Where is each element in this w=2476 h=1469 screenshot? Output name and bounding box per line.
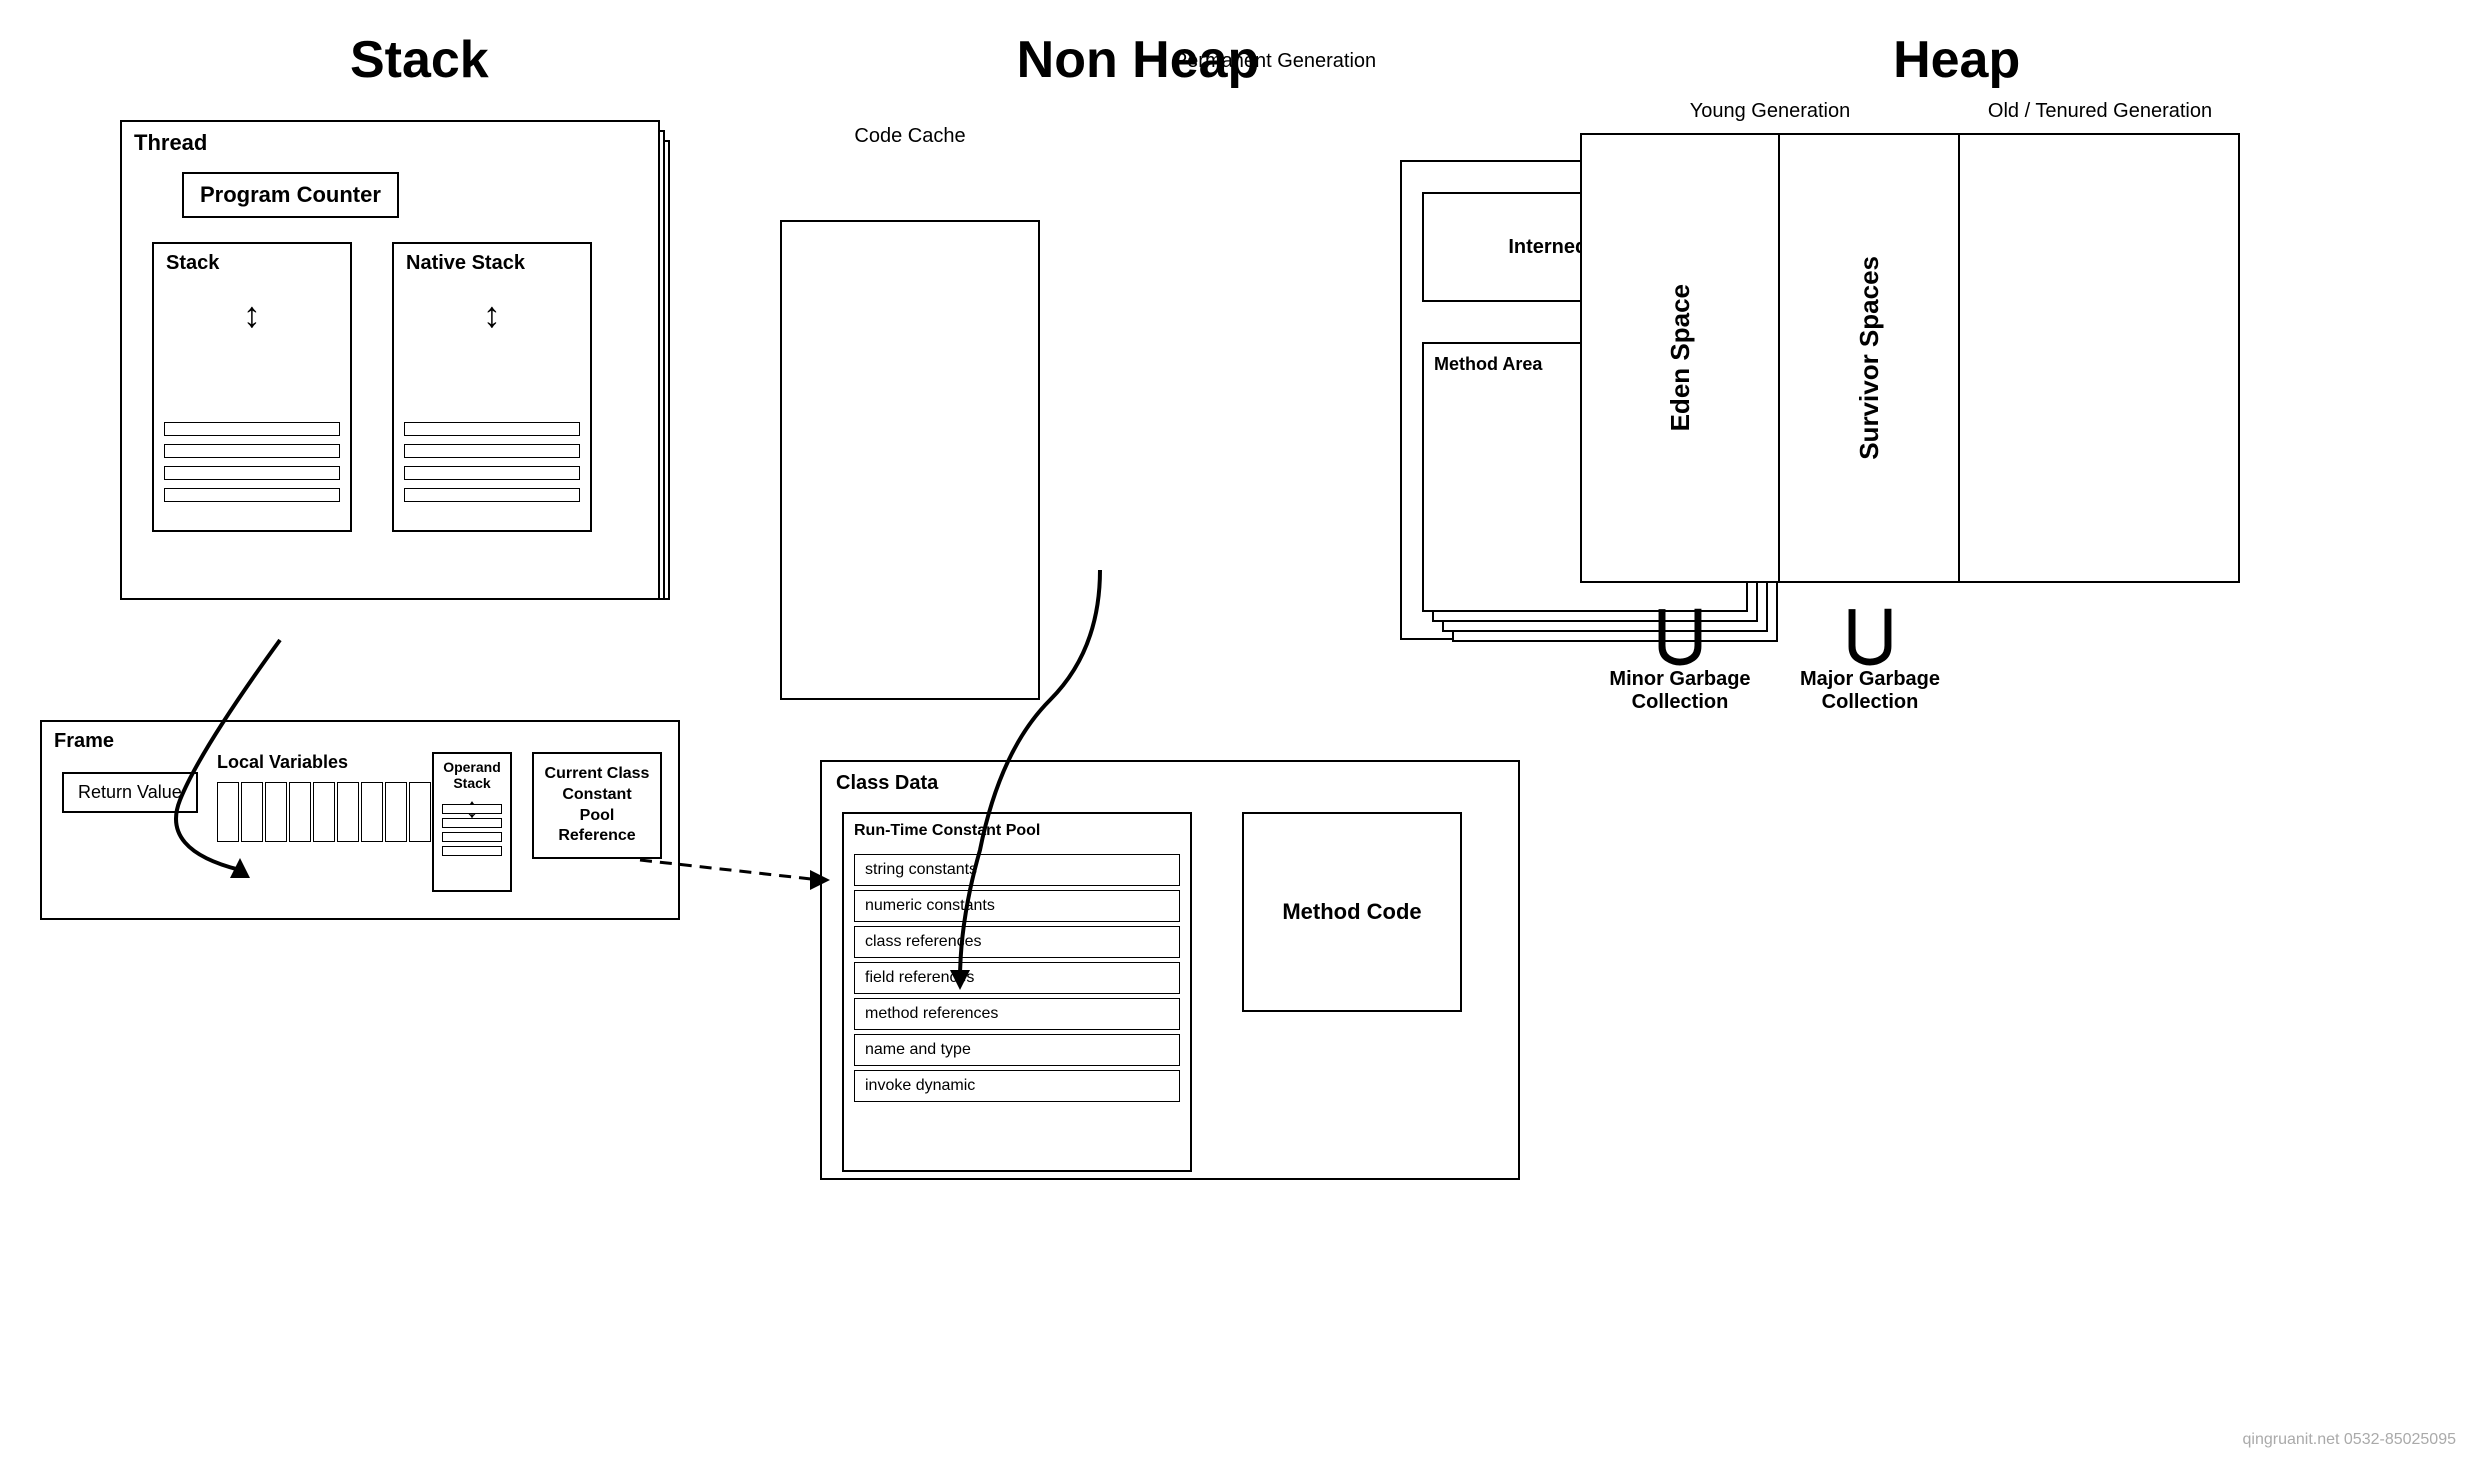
old-gen-label: Old / Tenured Generation [1988,100,2212,122]
native-stack-arrow: ↕ [394,294,590,336]
local-vars-label: Local Variables [217,752,348,773]
pool-item: method references [854,998,1180,1030]
current-class-box: Current Class Constant Pool Reference [532,752,662,859]
heap-boxes-row: Eden Space Survivor Spaces [1580,133,2240,583]
native-stack-box: Native Stack ↕ [392,242,592,532]
major-gc-label: Major Garbage Collection [1780,668,1960,714]
section-title-stack: Stack [69,30,769,90]
watermark-text: qingruanit.net 0532-85025095 [2242,1431,2456,1448]
operand-stack-label: Operand Stack [434,759,510,791]
program-counter-label: Program Counter [200,182,381,207]
watermark: qingruanit.net 0532-85025095 [2242,1431,2456,1449]
young-gen-label: Young Generation [1690,100,1851,122]
stack-box: Stack ↕ [152,242,352,532]
runtime-pool-label: Run-Time Constant Pool [854,822,1040,840]
stack-lines [164,422,340,510]
current-class-label: Current Class Constant Pool Reference [545,765,650,844]
method-area-label: Method Area [1434,354,1542,375]
perm-gen-label: Permanent Generation [1090,50,1460,73]
old-gen-label-area: Old / Tenured Generation [1960,100,2240,123]
stack-title: Stack [350,31,489,89]
minor-gc-area: ⋃ Minor Garbage Collection [1580,603,1780,714]
pool-item: numeric constants [854,890,1180,922]
young-gen-label-area: Young Generation [1580,100,1960,123]
code-cache-area: Code Cache [780,160,1040,640]
pool-items-list: string constants numeric constants class r… [854,854,1180,1106]
native-stack-label: Native Stack [406,252,525,275]
class-data-label: Class Data [836,772,938,795]
native-stack-lines [404,422,580,510]
return-value-box: Return Value [62,772,198,813]
stack-arrow: ↕ [154,294,350,336]
section-title-heap: Heap [1507,30,2407,90]
pool-item: string constants [854,854,1180,886]
operand-stack-inner [442,804,502,856]
major-gc-arrow: ⋃ [1845,603,1894,663]
operand-stack-box: Operand Stack ↕ [432,752,512,892]
old-tenured-box [1960,133,2240,583]
frame-section: Frame Return Value Local Variables Opera… [40,720,680,920]
frame-label: Frame [54,730,114,753]
survivor-spaces-box: Survivor Spaces [1780,133,1960,583]
thread-label: Thread [134,130,207,156]
code-cache-label: Code Cache [780,125,1040,148]
pool-item: invoke dynamic [854,1070,1180,1102]
minor-gc-arrow: ⋃ [1655,603,1704,663]
method-code-box: Method Code [1242,812,1462,1012]
minor-gc-label: Minor Garbage Collection [1580,668,1780,714]
pool-item: class references [854,926,1180,958]
eden-space-text: Eden Space [1665,284,1696,431]
runtime-pool-box: Run-Time Constant Pool string constants n… [842,812,1192,1172]
pool-item: field references [854,962,1180,994]
survivor-spaces-text: Survivor Spaces [1854,256,1885,460]
gc-labels-row: ⋃ Minor Garbage Collection ⋃ Major Garba… [1580,603,2240,714]
eden-space-box: Eden Space [1580,133,1780,583]
perm-gen-area: Permanent Generation Interned Strings Me… [1090,100,1510,660]
class-data-section: Class Data Run-Time Constant Pool string… [820,760,1520,1180]
method-code-label: Method Code [1282,897,1421,928]
major-gc-area: ⋃ Major Garbage Collection [1780,603,1960,714]
return-value-label: Return Value [78,782,182,802]
pool-item: name and type [854,1034,1180,1066]
heap-title: Heap [1893,31,2020,89]
heap-labels-row: Young Generation Old / Tenured Generatio… [1580,100,2240,123]
code-cache-box [780,220,1040,700]
stack-inner-label: Stack [166,252,219,275]
program-counter-box: Program Counter [182,172,399,218]
heap-section: Young Generation Old / Tenured Generatio… [1580,100,2240,714]
